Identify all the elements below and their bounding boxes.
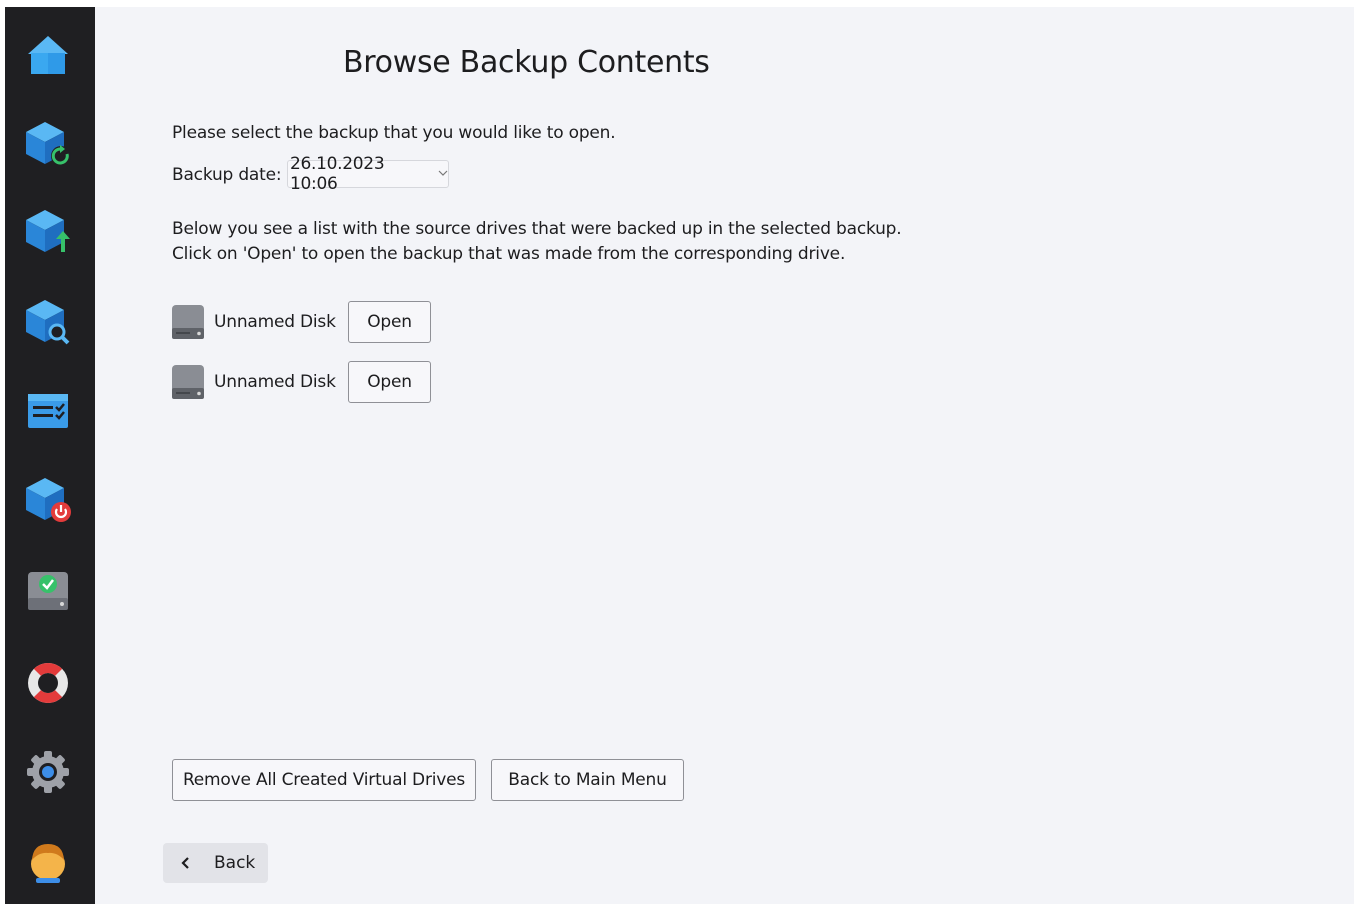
home-icon[interactable] xyxy=(20,27,76,83)
open-drive-button[interactable]: Open xyxy=(348,301,431,343)
settings-gear-icon[interactable] xyxy=(20,744,76,800)
description-line-1: Below you see a list with the source dri… xyxy=(172,219,902,239)
back-button-label: Back xyxy=(214,853,256,873)
backup-date-label: Backup date: xyxy=(172,165,282,185)
lifebuoy-help-icon[interactable] xyxy=(20,655,76,711)
backup-date-value: 26.10.2023 10:06 xyxy=(290,154,385,194)
drive-row: Unnamed Disk Open xyxy=(172,301,431,343)
chevron-left-icon xyxy=(181,857,189,869)
hard-disk-icon xyxy=(172,365,204,399)
page-title: Browse Backup Contents xyxy=(343,45,710,80)
tasks-checklist-icon[interactable] xyxy=(20,383,76,439)
main-content: Browse Backup Contents Please select the… xyxy=(95,7,1354,904)
user-avatar-icon[interactable] xyxy=(20,833,76,889)
create-backup-icon[interactable] xyxy=(20,203,76,259)
hard-disk-icon xyxy=(172,305,204,339)
description-line-2: Click on 'Open' to open the backup that … xyxy=(172,244,846,264)
remove-virtual-drives-button[interactable]: Remove All Created Virtual Drives xyxy=(172,759,476,801)
restore-backup-icon[interactable] xyxy=(20,115,76,171)
drive-label: Unnamed Disk xyxy=(214,372,336,392)
shutdown-backup-icon[interactable] xyxy=(20,471,76,527)
browse-backup-icon[interactable] xyxy=(20,293,76,349)
disk-check-icon[interactable] xyxy=(20,563,76,619)
drive-row: Unnamed Disk Open xyxy=(172,361,431,403)
chevron-down-icon xyxy=(438,168,448,180)
sidebar xyxy=(5,7,95,904)
back-to-main-menu-button[interactable]: Back to Main Menu xyxy=(491,759,684,801)
backup-date-dropdown[interactable]: 26.10.2023 10:06 xyxy=(287,154,449,194)
app-window: Browse Backup Contents Please select the… xyxy=(5,7,1354,904)
drive-label: Unnamed Disk xyxy=(214,312,336,332)
open-drive-button[interactable]: Open xyxy=(348,361,431,403)
instruction-text: Please select the backup that you would … xyxy=(172,123,616,143)
back-button[interactable]: Back xyxy=(163,843,268,883)
